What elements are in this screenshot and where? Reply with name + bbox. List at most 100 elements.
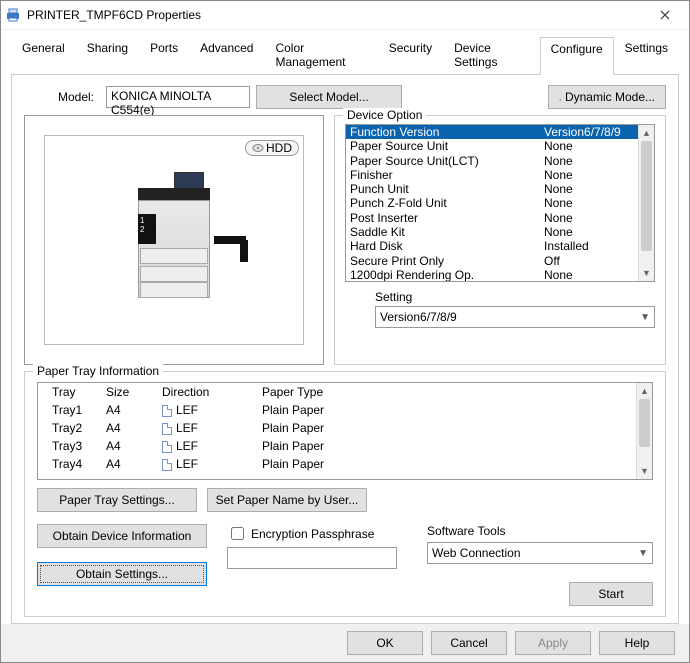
scroll-down-icon[interactable]: ▼ (637, 463, 652, 479)
tab-advanced[interactable]: Advanced (189, 36, 264, 74)
device-option-value: None (544, 196, 634, 210)
device-option-value: Installed (544, 239, 634, 253)
page-orientation-icon (162, 441, 172, 453)
device-option-row[interactable]: Function VersionVersion6/7/8/9 (346, 125, 638, 139)
tray-row[interactable]: Tray1A4LEFPlain Paper (38, 401, 636, 419)
obtain-device-info-button[interactable]: Obtain Device Information (37, 524, 207, 548)
encryption-checkbox[interactable] (231, 527, 244, 540)
start-button[interactable]: Start (569, 582, 653, 606)
hdd-badge-label: HDD (266, 141, 292, 155)
device-option-row[interactable]: Punch Z-Fold UnitNone (346, 196, 638, 210)
tray-header-tray: Tray (42, 385, 106, 399)
paper-tray-title: Paper Tray Information (33, 364, 163, 378)
tray-cell-tray: Tray3 (42, 439, 106, 453)
hdd-badge: HDD (245, 140, 299, 156)
scroll-thumb[interactable] (641, 141, 652, 251)
obtain-settings-button[interactable]: Obtain Settings... (37, 562, 207, 586)
tray-header-direction: Direction (162, 385, 262, 399)
device-option-value: None (544, 154, 634, 168)
tray-cell-direction: LEF (162, 457, 262, 471)
device-option-row[interactable]: Paper Source UnitNone (346, 139, 638, 153)
device-option-name: Paper Source Unit (350, 139, 544, 153)
tray-cell-size: A4 (106, 421, 162, 435)
tab-sharing[interactable]: Sharing (76, 36, 139, 74)
device-option-row[interactable]: Post InserterNone (346, 211, 638, 225)
device-option-value: None (544, 168, 634, 182)
device-option-value: None (544, 182, 634, 196)
software-tools-label: Software Tools (427, 524, 653, 538)
paper-tray-settings-button[interactable]: Paper Tray Settings... (37, 488, 197, 512)
upper-area: HDD 12 Device Option Function VersionVe (24, 115, 666, 365)
lower-grid: Obtain Device Information Obtain Setting… (37, 524, 653, 606)
device-option-row[interactable]: Secure Print OnlyOff (346, 254, 638, 268)
tray-scrollbar[interactable]: ▲ ▼ (636, 383, 652, 479)
tab-ports[interactable]: Ports (139, 36, 189, 74)
tab-general[interactable]: General (11, 36, 76, 74)
help-button[interactable]: Help (599, 631, 675, 655)
tray-header-type: Paper Type (262, 385, 648, 399)
setting-label: Setting (345, 290, 655, 304)
titlebar: PRINTER_TMPF6CD Properties (1, 1, 689, 30)
model-input[interactable]: KONICA MINOLTA C554(e) (106, 86, 250, 108)
tray-cell-tray: Tray1 (42, 403, 106, 417)
scroll-down-icon[interactable]: ▼ (639, 265, 654, 281)
paper-tray-group: Paper Tray Information Tray Size Directi… (24, 371, 666, 617)
page-orientation-icon (162, 405, 172, 417)
printer-preview-inner: HDD 12 (44, 135, 304, 345)
device-option-row[interactable]: FinisherNone (346, 168, 638, 182)
set-paper-name-button[interactable]: Set Paper Name by User... (207, 488, 367, 512)
apply-button[interactable]: Apply (515, 631, 591, 655)
setting-combo[interactable]: Version6/7/8/9 ▼ (375, 306, 655, 328)
software-tools-combo[interactable]: Web Connection ▼ (427, 542, 653, 564)
select-model-button[interactable]: Select Model... (256, 85, 402, 109)
tray-row[interactable]: Tray3A4LEFPlain Paper (38, 437, 636, 455)
encryption-input[interactable] (227, 547, 397, 569)
tab-settings[interactable]: Settings (614, 36, 679, 74)
close-button[interactable] (645, 1, 685, 29)
software-tools-value: Web Connection (432, 546, 638, 560)
content-area: General Sharing Ports Advanced Color Man… (1, 30, 689, 624)
device-option-list[interactable]: Function VersionVersion6/7/8/9Paper Sour… (345, 124, 655, 282)
tab-color-management[interactable]: Color Management (264, 36, 377, 74)
encryption-checkbox-label[interactable]: Encryption Passphrase (227, 524, 407, 543)
tab-device-settings[interactable]: Device Settings (443, 36, 540, 74)
device-option-row[interactable]: Paper Source Unit(LCT)None (346, 154, 638, 168)
device-option-scrollbar[interactable]: ▲ ▼ (638, 125, 654, 281)
scroll-up-icon[interactable]: ▲ (639, 125, 654, 141)
page-orientation-icon (162, 459, 172, 471)
software-tools-block: Software Tools Web Connection ▼ Start (427, 524, 653, 606)
device-option-name: Punch Unit (350, 182, 544, 196)
device-option-value: None (544, 268, 634, 281)
device-option-row[interactable]: Punch UnitNone (346, 182, 638, 196)
device-option-row[interactable]: 1200dpi Rendering Op.None (346, 268, 638, 281)
model-label: Model: (24, 90, 100, 104)
tray-button-row: Paper Tray Settings... Set Paper Name by… (37, 488, 653, 512)
tray-header-row: Tray Size Direction Paper Type (38, 383, 652, 401)
encryption-block: Encryption Passphrase (227, 524, 407, 569)
device-option-row[interactable]: Saddle KitNone (346, 225, 638, 239)
ok-button[interactable]: OK (347, 631, 423, 655)
scroll-up-icon[interactable]: ▲ (637, 383, 652, 399)
device-option-name: Saddle Kit (350, 225, 544, 239)
printer-illustration: 12 (124, 170, 224, 310)
tray-cell-type: Plain Paper (262, 421, 632, 435)
device-option-row[interactable]: Hard DiskInstalled (346, 239, 638, 253)
configure-panel: Model: KONICA MINOLTA C554(e) Select Mod… (11, 75, 679, 624)
device-option-title: Device Option (343, 108, 426, 122)
tray-row[interactable]: Tray2A4LEFPlain Paper (38, 419, 636, 437)
tray-cell-size: A4 (106, 439, 162, 453)
dynamic-mode-button[interactable]: Dynamic Mode... (548, 85, 666, 109)
encryption-label: Encryption Passphrase (251, 527, 374, 541)
tray-table[interactable]: Tray Size Direction Paper Type Tray1A4LE… (37, 382, 653, 480)
tray-cell-tray: Tray4 (42, 457, 106, 471)
device-option-value: Off (544, 254, 634, 268)
tray-header-size: Size (106, 385, 162, 399)
tab-configure[interactable]: Configure (540, 37, 614, 75)
tray-cell-type: Plain Paper (262, 457, 632, 471)
printer-preview: HDD 12 (24, 115, 324, 365)
tab-security[interactable]: Security (378, 36, 443, 74)
lower-left-col: Obtain Device Information Obtain Setting… (37, 524, 207, 586)
scroll-thumb[interactable] (639, 399, 650, 447)
cancel-button[interactable]: Cancel (431, 631, 507, 655)
tray-row[interactable]: Tray4A4LEFPlain Paper (38, 455, 636, 473)
